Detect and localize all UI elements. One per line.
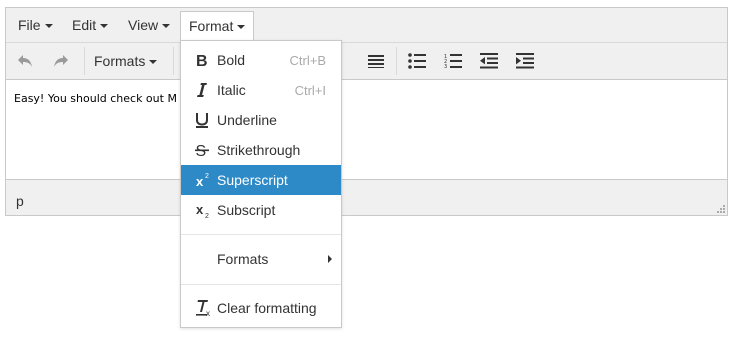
menu-view[interactable]: View	[120, 11, 178, 39]
format-menu-item-label: Formats	[217, 251, 269, 267]
menu-file-label: File	[18, 17, 41, 33]
svg-text:2: 2	[205, 213, 209, 218]
formats-dropdown[interactable]: Formats	[86, 48, 165, 74]
chevron-right-icon	[328, 255, 332, 263]
formats-dropdown-label: Formats	[94, 53, 146, 69]
toolbar-divider	[84, 47, 85, 75]
format-menu-item-label: Underline	[217, 112, 277, 128]
indent-button[interactable]	[512, 48, 538, 74]
format-menu-item-bold[interactable]: B Bold Ctrl+B	[181, 45, 341, 75]
chevron-down-icon	[237, 25, 246, 30]
svg-text:3: 3	[444, 64, 447, 69]
toolbar-divider	[396, 47, 397, 75]
editor: File Edit View Format Formats 1 2 3 Easy…	[5, 7, 728, 216]
redo-button[interactable]	[48, 48, 74, 74]
menu-view-label: View	[128, 17, 159, 33]
numbered-list-button[interactable]: 1 2 3	[440, 48, 466, 74]
menu-edit-label: Edit	[72, 17, 97, 33]
toolbar: Formats 1 2 3	[6, 43, 727, 80]
menubar: File Edit View Format	[6, 8, 727, 44]
chevron-down-icon	[100, 24, 109, 29]
underline-icon	[195, 109, 217, 131]
format-menu-item-clear-formatting[interactable]: x Clear formatting	[181, 293, 341, 323]
align-justify-button[interactable]	[363, 48, 389, 74]
undo-button[interactable]	[12, 48, 38, 74]
format-menu-item-shortcut: Ctrl+B	[289, 52, 326, 68]
editor-text: Easy! You should check out M	[14, 92, 177, 105]
bold-icon: B	[195, 49, 217, 71]
bullet-list-button[interactable]	[404, 48, 430, 74]
clear-formatting-icon: x	[195, 297, 217, 319]
indent-icon	[516, 53, 534, 69]
format-menu-item-label: Strikethrough	[217, 142, 301, 158]
align-justify-icon	[368, 55, 384, 68]
format-menu-item-formats[interactable]: Formats	[181, 244, 341, 274]
element-path[interactable]: p	[16, 193, 24, 209]
svg-text:B: B	[196, 53, 208, 68]
format-menu-item-label: Superscript	[217, 172, 288, 188]
bullet-list-icon	[408, 53, 426, 69]
numbered-list-icon: 1 2 3	[444, 54, 462, 69]
format-menu-item-label: Subscript	[217, 202, 276, 218]
format-menu-item-label: Italic	[217, 82, 246, 98]
format-menu-dropdown: B Bold Ctrl+B Italic Ctrl+I Underline S …	[180, 40, 342, 328]
chevron-down-icon	[162, 24, 171, 29]
chevron-down-icon	[149, 60, 158, 65]
svg-text:x: x	[196, 202, 204, 217]
redo-icon	[54, 55, 68, 67]
format-menu-item-label: Clear formatting	[217, 300, 317, 316]
svg-text:x: x	[196, 174, 204, 188]
format-menu-item-superscript[interactable]: x2 Superscript	[181, 165, 341, 195]
menu-format-label: Format	[189, 18, 234, 34]
undo-icon	[18, 55, 32, 67]
menu-edit[interactable]: Edit	[64, 11, 116, 39]
format-menu-item-label: Bold	[217, 52, 246, 68]
toolbar-divider	[173, 47, 174, 75]
statusbar: p	[6, 180, 727, 215]
svg-text:2: 2	[205, 173, 209, 180]
italic-icon	[195, 79, 217, 101]
resize-handle-icon[interactable]	[717, 205, 725, 213]
format-menu-item-strikethrough[interactable]: S Strikethrough	[181, 135, 341, 165]
editor-content[interactable]: Easy! You should check out M	[6, 80, 727, 180]
format-menu-item-underline[interactable]: Underline	[181, 105, 341, 135]
svg-text:x: x	[206, 309, 210, 317]
outdent-icon	[480, 53, 498, 69]
menu-file[interactable]: File	[10, 11, 61, 39]
strikethrough-icon: S	[195, 139, 217, 161]
menu-divider	[181, 234, 341, 235]
outdent-button[interactable]	[476, 48, 502, 74]
format-menu-item-subscript[interactable]: x2 Subscript	[181, 195, 341, 225]
format-menu-item-shortcut: Ctrl+I	[294, 82, 326, 98]
chevron-down-icon	[44, 24, 53, 29]
format-menu-item-italic[interactable]: Italic Ctrl+I	[181, 75, 341, 105]
menu-divider	[181, 284, 341, 285]
superscript-icon: x2	[195, 169, 217, 191]
subscript-icon: x2	[195, 199, 217, 221]
